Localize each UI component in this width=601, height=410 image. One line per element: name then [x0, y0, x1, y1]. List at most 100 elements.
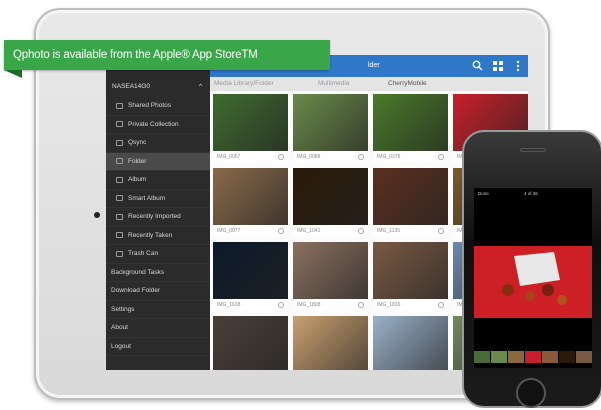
thumbnail[interactable]	[525, 351, 541, 363]
photo-thumbnail	[213, 94, 288, 151]
done-button[interactable]: Done	[478, 191, 489, 196]
photo-tile[interactable]	[373, 316, 448, 370]
thumbnail[interactable]	[508, 351, 524, 363]
photo-tile[interactable]: IMG_1638	[213, 242, 288, 311]
photo-caption: IMG_1135	[377, 228, 400, 234]
breadcrumb-item[interactable]: Media Library/Folder	[214, 80, 274, 87]
thumbnail[interactable]	[559, 351, 575, 363]
thumbnail[interactable]	[474, 351, 490, 363]
sidebar-item-label: Folder	[128, 157, 147, 165]
more-options-icon[interactable]	[516, 60, 520, 72]
photo-thumbnail	[293, 316, 368, 370]
info-icon[interactable]	[278, 302, 284, 308]
photo-caption: IMG_1808	[297, 302, 321, 308]
photo-caption-bar: IMG_1808	[293, 299, 368, 311]
photo-tile[interactable]	[293, 316, 368, 370]
photo-tile[interactable]	[213, 316, 288, 370]
sidebar-item-label: Qsync	[128, 139, 147, 147]
photo-caption-bar: IMG_1135	[373, 225, 448, 237]
breadcrumb-item[interactable]: Multimedia	[318, 80, 349, 87]
photo-tile[interactable]: IMG_1041	[293, 168, 368, 237]
breadcrumb: Media Library/Folder Multimedia CherryMo…	[210, 77, 528, 91]
photo-counter: 4 of 36	[524, 191, 538, 196]
sidebar-menu-item[interactable]: Background Tasks	[106, 264, 210, 282]
sync-icon	[116, 139, 123, 146]
grid-view-icon[interactable]	[493, 61, 503, 71]
sidebar-item[interactable]: Trash Can	[106, 245, 210, 264]
photo-thumbnail	[293, 94, 368, 151]
photo-thumbnail	[213, 168, 288, 225]
info-icon[interactable]	[438, 154, 444, 160]
info-icon[interactable]	[278, 154, 284, 160]
iphone-device: Done 4 of 36	[462, 130, 601, 408]
photo-tile[interactable]: IMG_0067	[213, 94, 288, 163]
photo-thumbnail	[213, 316, 288, 370]
info-icon[interactable]	[358, 154, 364, 160]
photo-tile[interactable]: IMG_0088	[293, 94, 368, 163]
photo-caption: IMG_1041	[297, 228, 321, 234]
iphone-photo[interactable]	[474, 246, 592, 318]
sidebar-item[interactable]: Recently Imported	[106, 208, 210, 227]
info-icon[interactable]	[358, 302, 364, 308]
device-name: NASEA14G0	[112, 83, 150, 90]
iphone-thumbnail-strip	[474, 351, 592, 363]
sidebar-menu-item[interactable]: Logout	[106, 338, 210, 356]
sidebar-item[interactable]: Folder	[106, 152, 210, 171]
photo-tile[interactable]: IMG_1808	[293, 242, 368, 311]
search-icon[interactable]	[472, 60, 483, 71]
sidebar-menu-item[interactable]: Download Folder	[106, 282, 210, 301]
photo-tile[interactable]: IMG_1135	[373, 168, 448, 237]
import-icon	[116, 213, 123, 220]
sidebar-item[interactable]: Album	[106, 171, 210, 190]
sidebar-item-label: Recently Imported	[128, 213, 181, 221]
photo-thumbnail	[373, 316, 448, 370]
trash-icon	[116, 250, 123, 257]
thumbnail[interactable]	[576, 351, 592, 363]
photo-tile[interactable]: IMG_0375	[373, 94, 448, 163]
sidebar-item[interactable]: Shared Photos	[106, 97, 210, 116]
sidebar-item[interactable]: Smart Album	[106, 190, 210, 208]
topbar-title: lder	[368, 62, 380, 69]
sidebar-item-label: Trash Can	[128, 250, 159, 258]
photo-leaves-image	[474, 246, 592, 318]
sidebar-item-label: Shared Photos	[128, 102, 172, 110]
lock-icon	[116, 121, 123, 128]
sidebar-item[interactable]: Qsync	[106, 134, 210, 153]
sidebar-item-label: Album	[128, 176, 147, 184]
sidebar-item[interactable]: Recently Taken	[106, 227, 210, 245]
photo-caption-bar: IMG_0077	[213, 225, 288, 237]
smart-album-icon	[116, 195, 123, 202]
sidebar-menu-item[interactable]: Settings	[106, 301, 210, 319]
thumbnail[interactable]	[491, 351, 507, 363]
photo-caption-bar: IMG_1041	[293, 225, 368, 237]
photo-thumbnail	[213, 242, 288, 299]
home-button[interactable]	[516, 378, 546, 408]
photo-tile[interactable]: IMG_1836	[373, 242, 448, 311]
photo-thumbnail	[373, 242, 448, 299]
info-icon[interactable]	[438, 228, 444, 234]
camera-icon	[116, 232, 123, 239]
photo-caption-bar: IMG_0088	[293, 151, 368, 163]
banner-fold	[4, 70, 22, 78]
banner-text: Qphoto is available from the Apple® App …	[13, 49, 258, 61]
photo-caption-bar: IMG_1638	[213, 299, 288, 311]
iphone-screen: Done 4 of 36	[474, 188, 592, 368]
breadcrumb-item[interactable]: CherryMobile	[388, 80, 427, 87]
sidebar-item-label: Smart Album	[128, 194, 166, 202]
photo-thumbnail	[293, 168, 368, 225]
info-icon[interactable]	[278, 228, 284, 234]
thumbnail[interactable]	[542, 351, 558, 363]
photo-caption: IMG_0067	[217, 154, 241, 160]
chevron-up-icon[interactable]: ^	[199, 77, 202, 97]
sidebar-device-header[interactable]: NASEA14G0 ^	[106, 77, 210, 97]
sidebar-menu-item[interactable]: About	[106, 319, 210, 338]
photo-caption: IMG_1638	[217, 302, 241, 308]
photo-tile[interactable]: IMG_0077	[213, 168, 288, 237]
ipad-camera	[94, 212, 100, 218]
photo-caption: IMG_1836	[377, 302, 401, 308]
sidebar-item[interactable]: Private Collection	[106, 116, 210, 134]
info-icon[interactable]	[438, 302, 444, 308]
iphone-top-bar: Done 4 of 36	[474, 188, 592, 200]
info-icon[interactable]	[358, 228, 364, 234]
sidebar-item-label: Private Collection	[128, 120, 179, 128]
